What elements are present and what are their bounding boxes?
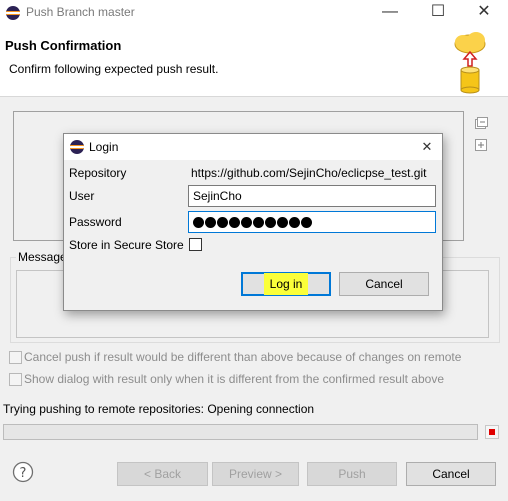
collapse-all-icon[interactable] xyxy=(474,116,488,130)
cancel-push-label: Cancel push if result would be different… xyxy=(24,350,462,364)
eclipse-icon xyxy=(70,140,84,154)
stop-icon xyxy=(489,429,495,435)
git-push-icon xyxy=(454,32,486,94)
password-input[interactable] xyxy=(188,211,436,233)
password-dot xyxy=(277,217,288,229)
minimize-button[interactable]: — xyxy=(380,4,400,20)
repository-value: https://github.com/SejinCho/eclicpse_tes… xyxy=(191,166,427,180)
maximize-button[interactable]: ☐ xyxy=(428,4,448,20)
store-label: Store in Secure Store xyxy=(69,238,184,252)
login-title: Login xyxy=(89,140,119,154)
password-label: Password xyxy=(69,215,122,229)
login-close-button[interactable]: ✕ xyxy=(417,139,437,155)
cancel-button[interactable]: Cancel xyxy=(406,462,496,486)
user-input[interactable]: SejinCho xyxy=(188,185,436,207)
page-subtitle: Confirm following expected push result. xyxy=(9,62,219,76)
window-title: Push Branch master xyxy=(26,5,135,19)
password-dot xyxy=(301,217,312,229)
push-button[interactable]: Push xyxy=(307,462,397,486)
password-dot xyxy=(241,217,252,229)
wizard-header: Push Confirmation Confirm following expe… xyxy=(0,26,508,97)
show-dialog-label: Show dialog with result only when it is … xyxy=(24,372,444,386)
cancel-push-checkbox[interactable] xyxy=(9,351,22,364)
login-cancel-button[interactable]: Cancel xyxy=(339,272,429,296)
window-title-bar: Push Branch master — ☐ ✕ xyxy=(0,0,508,26)
password-dot xyxy=(193,217,204,229)
password-dot xyxy=(229,217,240,229)
expand-all-icon[interactable] xyxy=(474,138,488,152)
page-title: Push Confirmation xyxy=(5,38,122,53)
show-dialog-checkbox[interactable] xyxy=(9,373,22,386)
store-checkbox[interactable] xyxy=(189,238,202,251)
password-dot xyxy=(289,217,300,229)
password-masked-value xyxy=(193,215,313,229)
user-input-value: SejinCho xyxy=(193,189,242,203)
login-dialog: Login ✕ Repository https://github.com/Se… xyxy=(63,133,443,311)
login-title-bar: Login ✕ xyxy=(64,134,442,160)
password-dot xyxy=(265,217,276,229)
repository-label: Repository xyxy=(69,166,127,180)
login-button[interactable]: Log in xyxy=(241,272,331,296)
progress-bar xyxy=(3,424,478,440)
user-label: User xyxy=(69,189,95,203)
question-circle-icon[interactable]: ? xyxy=(12,461,34,483)
close-button[interactable]: ✕ xyxy=(474,4,494,20)
eclipse-icon xyxy=(6,6,20,20)
back-button[interactable]: < Back xyxy=(117,462,208,486)
svg-text:?: ? xyxy=(20,466,27,481)
preview-button[interactable]: Preview > xyxy=(212,462,299,486)
message-group-label: Message xyxy=(16,250,69,264)
stop-button[interactable] xyxy=(485,425,499,439)
password-dot xyxy=(205,217,216,229)
password-dot xyxy=(253,217,264,229)
password-dot xyxy=(217,217,228,229)
login-button-label: Log in xyxy=(263,273,309,295)
status-text: Trying pushing to remote repositories: O… xyxy=(3,402,315,416)
